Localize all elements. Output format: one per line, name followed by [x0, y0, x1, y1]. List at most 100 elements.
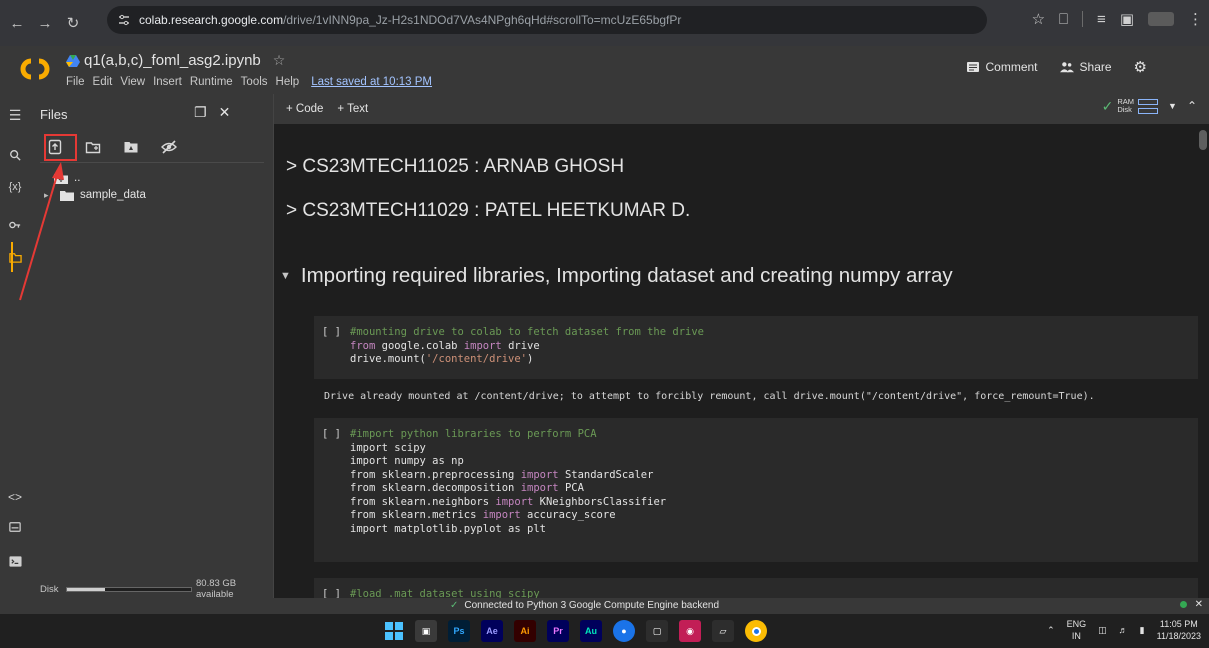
run-cell-button[interactable]: [ ] [322, 428, 341, 442]
tray-overflow-icon[interactable]: ⌃ [1047, 625, 1055, 636]
sample-data-label: sample_data [80, 189, 146, 201]
last-saved-link[interactable]: Last saved at 10:13 PM [311, 76, 432, 88]
collapse-header-icon[interactable]: ⌃ [1187, 99, 1197, 113]
code-cell-load[interactable]: [ ] #load .mat dataset using scipy [314, 578, 1198, 598]
colab-logo-icon[interactable] [17, 54, 53, 84]
open-in-tab-icon[interactable]: ❐ [194, 104, 207, 121]
menu-file[interactable]: File [66, 76, 85, 88]
variables-icon[interactable]: {x} [8, 180, 22, 194]
battery-icon[interactable]: ▮ [1140, 625, 1145, 636]
notebook-content[interactable]: > CS23MTECH11025 : ARNAB GHOSH > CS23MTE… [274, 124, 1209, 598]
disk-res-label: Disk [1117, 105, 1132, 114]
status-check-icon: ✓ [450, 600, 459, 611]
reload-icon[interactable]: ↻ [62, 12, 84, 34]
section-heading[interactable]: ▼ Importing required libraries, Importin… [280, 264, 953, 288]
code-keyword: from [350, 339, 376, 352]
network-icon[interactable]: ◫ [1098, 625, 1107, 636]
menu-help[interactable]: Help [276, 76, 300, 88]
menu-runtime[interactable]: Runtime [190, 76, 233, 88]
add-text-button[interactable]: + Text [337, 103, 368, 115]
hide-files-icon[interactable] [160, 138, 178, 156]
system-clock[interactable]: 11:05 PM 11/18/2023 [1157, 618, 1201, 642]
code-text: drive.mount( [350, 353, 426, 365]
profile-avatar[interactable] [1148, 12, 1174, 26]
disk-label: Disk [40, 583, 59, 595]
secrets-key-icon[interactable] [8, 218, 22, 232]
language-indicator[interactable]: ENG IN [1067, 618, 1087, 642]
notebook-title[interactable]: q1(a,b,c)_foml_asg2.ipynb [84, 52, 261, 69]
address-bar[interactable]: colab.research.google.com/drive/1vINN9pa… [107, 6, 987, 34]
volume-icon[interactable]: ♬ [1119, 625, 1128, 635]
files-folder-icon[interactable] [8, 250, 22, 264]
code-cell-imports[interactable]: [ ] #import python libraries to perform … [314, 418, 1198, 562]
account-avatar[interactable] [1169, 60, 1197, 74]
premiere-icon[interactable]: Pr [547, 620, 569, 642]
audition-icon[interactable]: Au [580, 620, 602, 642]
menu-tools[interactable]: Tools [241, 76, 268, 88]
forward-icon[interactable]: → [34, 12, 56, 34]
terminal-icon[interactable] [8, 554, 22, 568]
cell-code[interactable]: #load .mat dataset using scipy [350, 588, 540, 598]
chrome-icon[interactable] [745, 620, 767, 642]
bookmark-star-icon[interactable]: ☆ [1032, 10, 1045, 28]
windows-start-icon[interactable] [384, 621, 404, 641]
expand-caret-icon[interactable]: ▸ [44, 190, 54, 201]
back-icon[interactable]: ← [6, 12, 28, 34]
menu-view[interactable]: View [120, 76, 145, 88]
status-message: Connected to Python 3 Google Compute Eng… [464, 600, 720, 611]
comment-button[interactable]: Comment [966, 60, 1038, 74]
mount-drive-icon[interactable] [122, 138, 140, 156]
cube-app-icon[interactable]: ▱ [712, 620, 734, 642]
new-folder-icon[interactable] [84, 138, 102, 156]
code-text: from sklearn.preprocessing [350, 468, 521, 481]
browser-menu-icon[interactable]: ⋮ [1188, 10, 1203, 28]
extensions-icon[interactable]: ⎕ [1059, 11, 1068, 28]
run-cell-button[interactable]: [ ] [322, 326, 341, 340]
task-view-icon[interactable]: ▣ [415, 620, 437, 642]
connection-dot-icon [1179, 601, 1187, 608]
settings-gear-icon[interactable]: ⚙ [1134, 58, 1147, 76]
add-code-button[interactable]: + Code [286, 103, 323, 115]
scrollbar-thumb[interactable] [1199, 130, 1207, 150]
site-settings-icon[interactable] [117, 13, 131, 27]
toolbar-separator [1082, 11, 1084, 27]
search-icon[interactable] [8, 148, 22, 162]
files-panel-title: Files [40, 107, 68, 122]
comment-icon [966, 62, 979, 72]
code-text: from sklearn.metrics [350, 509, 483, 521]
code-text: drive [501, 339, 540, 352]
url-host: colab.research.google.com [139, 13, 284, 27]
resource-monitor[interactable]: ✓ RAM Disk [1102, 98, 1159, 114]
file-explorer-icon[interactable]: ▢ [646, 620, 668, 642]
close-status-icon[interactable]: ✕ [1195, 599, 1203, 610]
code-snippets-icon[interactable]: <> [8, 490, 22, 504]
disk-available-text: 80.83 GB available [196, 578, 237, 600]
tree-row-sample-data[interactable]: ▸ sample_data [44, 189, 146, 201]
web-app-icon[interactable]: ● [613, 620, 635, 642]
files-divider [40, 162, 264, 163]
cell-output: Drive already mounted at /content/drive;… [324, 391, 1095, 402]
tree-row-parent[interactable]: .. [54, 172, 80, 184]
command-palette-icon[interactable] [8, 520, 22, 534]
table-of-contents-icon[interactable]: ☰ [8, 107, 22, 123]
photoshop-icon[interactable]: Ps [448, 620, 470, 642]
menu-insert[interactable]: Insert [153, 76, 182, 88]
side-panel-icon[interactable]: ▣ [1120, 10, 1134, 28]
cell-code[interactable]: #import python libraries to perform PCA … [350, 428, 666, 536]
code-keyword: import [463, 339, 502, 352]
close-panel-icon[interactable]: ✕ [219, 104, 231, 121]
code-cell-mount[interactable]: [ ] #mounting drive to colab to fetch da… [314, 316, 1198, 379]
menu-edit[interactable]: Edit [93, 76, 113, 88]
app-launcher-icon[interactable]: ◉ [679, 620, 701, 642]
illustrator-icon[interactable]: Ai [514, 620, 536, 642]
cell-code[interactable]: #mounting drive to colab to fetch datase… [350, 326, 704, 367]
run-cell-button[interactable]: [ ] [322, 588, 341, 598]
share-button[interactable]: Share [1059, 60, 1112, 74]
runtime-dropdown-icon[interactable]: ▼ [1168, 101, 1177, 111]
collapse-section-icon[interactable]: ▼ [280, 270, 291, 282]
code-keyword: import [482, 509, 521, 521]
after-effects-icon[interactable]: Ae [481, 620, 503, 642]
reading-list-icon[interactable]: ≡ [1097, 11, 1106, 28]
star-notebook-icon[interactable]: ☆ [273, 52, 286, 69]
code-text: KNeighborsClassifier [533, 495, 667, 508]
